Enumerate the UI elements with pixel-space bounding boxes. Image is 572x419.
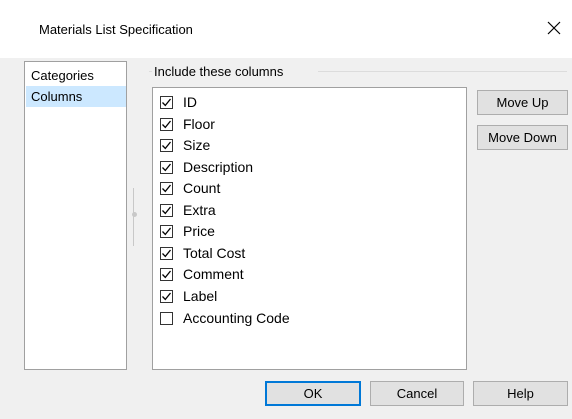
checkbox[interactable] bbox=[160, 160, 173, 174]
column-item[interactable]: Comment bbox=[160, 264, 244, 284]
help-button[interactable]: Help bbox=[473, 381, 568, 406]
column-item[interactable]: Floor bbox=[160, 114, 215, 134]
splitter-grip-icon bbox=[132, 212, 137, 217]
checkbox[interactable] bbox=[160, 224, 173, 238]
checkmark-icon bbox=[162, 184, 172, 192]
checkbox[interactable] bbox=[160, 311, 173, 325]
column-item[interactable]: Accounting Code bbox=[160, 308, 290, 328]
column-label: Floor bbox=[183, 116, 215, 132]
column-item[interactable]: Extra bbox=[160, 200, 216, 220]
column-label: Total Cost bbox=[183, 245, 246, 261]
checkmark-icon bbox=[162, 292, 172, 300]
category-nav-list[interactable]: Categories Columns bbox=[24, 61, 127, 370]
columns-group-label: Include these columns bbox=[152, 64, 286, 79]
nav-item-columns[interactable]: Columns bbox=[26, 86, 126, 107]
column-label: Label bbox=[183, 288, 218, 304]
cancel-button[interactable]: Cancel bbox=[370, 381, 464, 406]
ok-button[interactable]: OK bbox=[265, 381, 361, 406]
close-icon bbox=[547, 21, 561, 35]
column-item[interactable]: Total Cost bbox=[160, 243, 245, 263]
checkbox[interactable] bbox=[160, 181, 173, 195]
column-label: Price bbox=[183, 223, 215, 239]
columns-checklist[interactable]: ID Floor Size Description Count Extra Pr… bbox=[152, 87, 467, 370]
checkmark-icon bbox=[162, 163, 172, 171]
column-label: Description bbox=[183, 159, 254, 175]
move-up-button[interactable]: Move Up bbox=[477, 90, 568, 115]
checkmark-icon bbox=[162, 141, 172, 149]
checkmark-icon bbox=[162, 98, 172, 106]
column-label: Count bbox=[183, 180, 221, 196]
checkbox[interactable] bbox=[160, 267, 173, 281]
column-item[interactable]: ID bbox=[160, 92, 197, 112]
checkbox[interactable] bbox=[160, 246, 173, 260]
column-label: Accounting Code bbox=[183, 310, 290, 326]
checkmark-icon bbox=[162, 249, 172, 257]
column-item[interactable]: Count bbox=[160, 178, 220, 198]
column-item[interactable]: Description bbox=[160, 157, 253, 177]
column-item[interactable]: Label bbox=[160, 286, 217, 306]
checkbox[interactable] bbox=[160, 203, 173, 217]
close-button[interactable] bbox=[538, 12, 570, 44]
group-border-right bbox=[318, 71, 567, 72]
column-item[interactable]: Price bbox=[160, 221, 215, 241]
checkmark-icon bbox=[162, 270, 172, 278]
column-label: Comment bbox=[183, 266, 244, 282]
checkbox[interactable] bbox=[160, 138, 173, 152]
checkmark-icon bbox=[162, 227, 172, 235]
splitter-handle[interactable] bbox=[133, 188, 137, 246]
checkmark-icon bbox=[162, 206, 172, 214]
column-label: ID bbox=[183, 94, 197, 110]
title-bar: Materials List Specification bbox=[0, 0, 572, 58]
column-label: Size bbox=[183, 137, 211, 153]
window-title: Materials List Specification bbox=[39, 22, 193, 37]
checkbox[interactable] bbox=[160, 289, 173, 303]
column-item[interactable]: Size bbox=[160, 135, 210, 155]
checkbox[interactable] bbox=[160, 95, 173, 109]
checkmark-icon bbox=[162, 120, 172, 128]
column-label: Extra bbox=[183, 202, 216, 218]
nav-item-categories[interactable]: Categories bbox=[26, 65, 126, 86]
move-down-button[interactable]: Move Down bbox=[477, 125, 568, 150]
checkbox[interactable] bbox=[160, 117, 173, 131]
